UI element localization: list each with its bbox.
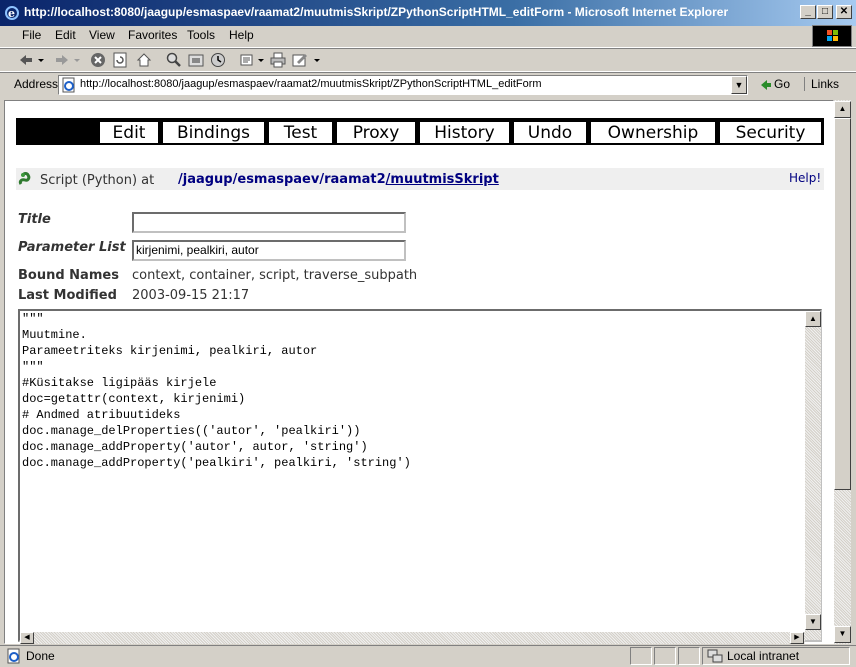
breadcrumb-esmaspaev[interactable]: /esmaspaev (233, 172, 320, 187)
status-cell (678, 647, 700, 665)
tab-edit[interactable]: Edit (99, 121, 159, 144)
menu-view[interactable]: View (89, 28, 115, 42)
tab-undo[interactable]: Undo (513, 121, 587, 144)
ie-icon: e (5, 6, 19, 20)
title-label: Title (18, 212, 51, 227)
bound-names-value: context, container, script, traverse_sub… (132, 268, 418, 283)
tab-divider (16, 143, 824, 145)
code-text[interactable]: """ Muutmine. Parameetriteks kirjenimi, … (22, 311, 802, 471)
edit-icon[interactable] (292, 52, 308, 68)
status-cell (630, 647, 652, 665)
script-type-label: Script (Python) at (40, 173, 155, 188)
back-dropdown-icon[interactable] (36, 52, 46, 68)
links-button[interactable]: Links (804, 77, 839, 91)
code-scroll-left-icon[interactable]: ◀ (20, 632, 34, 644)
go-button[interactable]: Go (774, 77, 790, 91)
back-icon[interactable] (18, 52, 34, 68)
bound-names-label: Bound Names (18, 268, 119, 283)
menu-tools[interactable]: Tools (187, 28, 215, 42)
parameter-list-label: Parameter List (18, 240, 126, 255)
forward-icon[interactable] (54, 52, 70, 68)
intranet-icon (707, 649, 723, 663)
print-icon[interactable] (270, 52, 286, 68)
address-url: http://localhost:8080/jaagup/esmaspaev/r… (80, 78, 542, 90)
svg-text:e: e (8, 7, 15, 20)
tab-security[interactable]: Security (719, 121, 822, 144)
window-title: http://localhost:8080/jaagup/esmaspaev/r… (24, 5, 729, 19)
home-icon[interactable] (136, 52, 152, 68)
history-icon[interactable] (210, 52, 226, 68)
last-modified-value: 2003-09-15 21:17 (132, 288, 250, 303)
tab-history[interactable]: History (419, 121, 510, 144)
minimize-button[interactable]: _ (800, 5, 816, 19)
address-dropdown-icon[interactable]: ▼ (731, 76, 747, 94)
mail-dropdown-icon[interactable] (256, 52, 266, 68)
help-link[interactable]: Help! (789, 171, 821, 185)
menu-file[interactable]: File (22, 28, 41, 42)
code-scroll-right-icon[interactable]: ▶ (790, 632, 804, 644)
title-bar: e http://localhost:8080/jaagup/esmaspaev… (0, 0, 856, 26)
breadcrumb: /jaagup/esmaspaev/raamat2/muutmisSkript (178, 172, 499, 187)
tab-ownership[interactable]: Ownership (590, 121, 716, 144)
windows-logo-icon (812, 25, 852, 47)
search-icon[interactable] (166, 52, 182, 68)
breadcrumb-raamat2[interactable]: /raamat2 (319, 172, 385, 187)
toolbar (0, 48, 856, 72)
status-text: Done (26, 649, 55, 663)
page-icon (62, 77, 75, 93)
maximize-button[interactable]: □ (817, 5, 833, 19)
code-scroll-down-icon[interactable]: ▼ (805, 614, 821, 630)
tab-bindings[interactable]: Bindings (162, 121, 265, 144)
code-vertical-scrollbar[interactable] (805, 311, 821, 640)
python-script-icon (18, 172, 31, 185)
mail-icon[interactable] (240, 52, 256, 68)
scroll-up-icon[interactable]: ▲ (834, 101, 851, 118)
menu-favorites[interactable]: Favorites (128, 28, 177, 42)
scroll-down-icon[interactable]: ▼ (834, 626, 851, 643)
edit-dropdown-icon[interactable] (312, 52, 322, 68)
status-cell (654, 647, 676, 665)
parameter-list-input[interactable]: kirjenimi, pealkiri, autor (132, 240, 406, 261)
code-horizontal-scrollbar[interactable] (20, 632, 805, 644)
go-arrow-icon[interactable] (760, 78, 772, 92)
breadcrumb-muutmisskript[interactable]: /muutmisSkript (386, 172, 499, 187)
last-modified-label: Last Modified (18, 288, 117, 303)
security-zone: Local intranet (727, 649, 800, 663)
tab-proxy[interactable]: Proxy (336, 121, 416, 144)
menu-help[interactable]: Help (229, 28, 254, 42)
forward-dropdown-icon[interactable] (72, 52, 82, 68)
close-button[interactable]: ✕ (836, 5, 852, 19)
page-done-icon (7, 648, 20, 664)
tab-test[interactable]: Test (268, 121, 333, 144)
menu-edit[interactable]: Edit (55, 28, 76, 42)
page-scroll-thumb[interactable] (834, 118, 851, 490)
title-input[interactable] (132, 212, 406, 233)
address-label: Address (14, 77, 59, 91)
favorites-icon[interactable] (188, 52, 204, 68)
breadcrumb-jaagup[interactable]: /jaagup (178, 172, 233, 187)
refresh-icon[interactable] (112, 52, 128, 68)
stop-icon[interactable] (90, 52, 106, 68)
code-scroll-up-icon[interactable]: ▲ (805, 311, 821, 327)
